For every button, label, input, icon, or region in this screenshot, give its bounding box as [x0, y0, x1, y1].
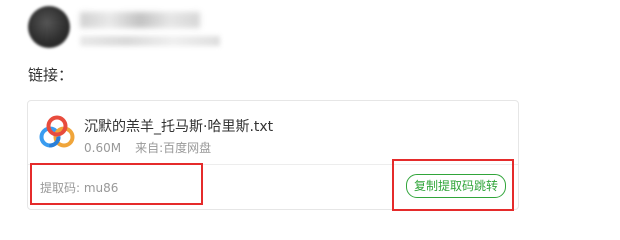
file-size: 0.60M [84, 141, 122, 155]
highlight-box-code [30, 163, 203, 205]
link-label: 链接： [28, 66, 74, 84]
blurred-username [80, 12, 200, 28]
file-meta: 0.60M 来自:百度网盘 [84, 139, 211, 156]
post-header [28, 4, 248, 52]
blurred-subtitle [80, 36, 220, 46]
baidu-netdisk-icon [39, 115, 75, 148]
file-name[interactable]: 沉默的羔羊_托马斯·哈里斯.txt [84, 116, 273, 136]
avatar[interactable] [28, 6, 70, 48]
file-source: 来自:百度网盘 [135, 141, 212, 155]
highlight-box-button [392, 159, 514, 211]
